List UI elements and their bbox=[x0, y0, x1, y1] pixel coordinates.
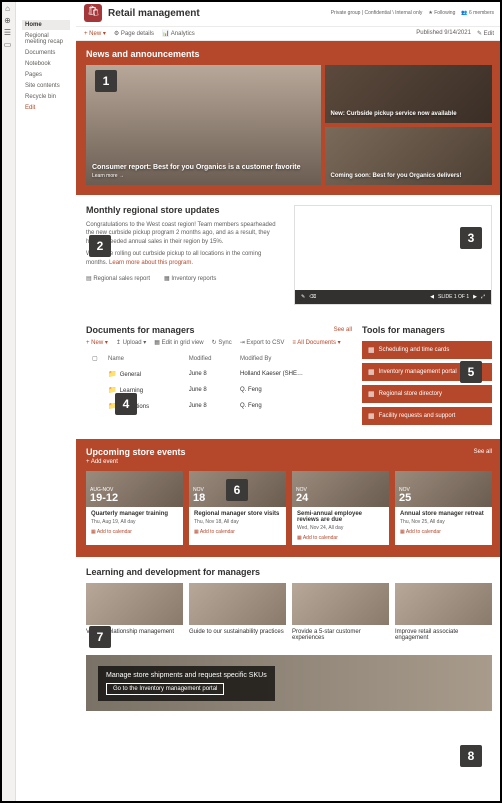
table-row[interactable]: GeneralJune 8Holland Kaeser (SHE… bbox=[88, 367, 350, 381]
doc-cmd-export[interactable]: ⇥ Export to CSV bbox=[240, 339, 285, 346]
event-card[interactable]: NOV25Annual store manager retreatThu, No… bbox=[395, 471, 492, 545]
tool-button[interactable]: Scheduling and time cards bbox=[362, 341, 492, 359]
doc-cmd-edit-grid[interactable]: ▦ Edit in grid view bbox=[154, 339, 203, 346]
edit-button[interactable]: ✎ Edit bbox=[477, 30, 494, 37]
add-to-calendar[interactable]: ▦ Add to calendar bbox=[194, 529, 281, 535]
nav-notebook[interactable]: Notebook bbox=[22, 59, 70, 69]
site-nav: Home Regional meeting recap Documents No… bbox=[16, 0, 76, 803]
doc-cmd-sync[interactable]: ↻ Sync bbox=[212, 339, 232, 346]
rail-list-icon[interactable]: ☰ bbox=[4, 28, 12, 36]
tool-button[interactable]: Regional store directory bbox=[362, 385, 492, 403]
hero-tile-3-title: Coming soon: Best for you Organics deliv… bbox=[331, 173, 487, 179]
learning-card[interactable]: Guide to our sustainability practices bbox=[189, 583, 286, 645]
cmd-page-details[interactable]: ⚙ Page details bbox=[114, 30, 154, 37]
event-card[interactable]: AUG-NOV19-12Quarterly manager trainingTh… bbox=[86, 471, 183, 545]
learning-card[interactable]: Improve retail associate engagement bbox=[395, 583, 492, 645]
chart-container: ✎ ⌫ ◀ SLIDE 1 OF 1 ▶ ⤢ bbox=[294, 205, 492, 305]
chart-next-icon[interactable]: ▶ bbox=[473, 294, 477, 300]
events-section: Upcoming store events See all + Add even… bbox=[76, 439, 502, 557]
add-to-calendar[interactable]: ▦ Add to calendar bbox=[400, 529, 487, 535]
callout-4: 4 bbox=[115, 393, 137, 415]
app-rail: ⌂ ⊕ ☰ ▭ bbox=[0, 0, 16, 803]
hero-title: News and announcements bbox=[86, 49, 492, 59]
link-sales-report[interactable]: ▤ Regional sales report bbox=[86, 275, 150, 282]
hero-tile-main-title: Consumer report: Best for you Organics i… bbox=[92, 164, 315, 171]
callout-5: 5 bbox=[460, 361, 482, 383]
chart-eraser-icon[interactable]: ⌫ bbox=[309, 294, 316, 300]
hero-tile-2-title: New: Curbside pickup service now availab… bbox=[331, 111, 487, 117]
events-title: Upcoming store events bbox=[86, 447, 474, 457]
event-card[interactable]: NOV24Semi-annual employee reviews are du… bbox=[292, 471, 389, 545]
learning-title: Learning and development for managers bbox=[86, 567, 492, 577]
hero-tile-3[interactable]: Coming soon: Best for you Organics deliv… bbox=[325, 127, 493, 185]
documents-title: Documents for managers bbox=[86, 325, 334, 335]
add-to-calendar[interactable]: ▦ Add to calendar bbox=[297, 535, 384, 541]
chart-pen-icon[interactable]: ✎ bbox=[301, 294, 305, 300]
hero-tile-main-sub: Learn more → bbox=[92, 173, 315, 179]
learning-section: Learning and development for managers Ve… bbox=[76, 557, 502, 655]
add-event-button[interactable]: + Add event bbox=[86, 459, 492, 465]
members-link[interactable]: 👥 6 members bbox=[461, 10, 494, 16]
updates-p1: Congratulations to the West coast region… bbox=[86, 221, 284, 246]
chart-prev-icon[interactable]: ◀ bbox=[430, 294, 434, 300]
hero-tile-2[interactable]: New: Curbside pickup service now availab… bbox=[325, 65, 493, 123]
cmd-new[interactable]: + New ▾ bbox=[84, 30, 106, 37]
updates-section: Monthly regional store updates Congratul… bbox=[76, 195, 502, 315]
callout-8: 8 bbox=[460, 745, 482, 767]
documents-see-all[interactable]: See all bbox=[334, 327, 352, 333]
callout-7: 7 bbox=[89, 626, 111, 648]
command-bar: + New ▾ ⚙ Page details 📊 Analytics Publi… bbox=[76, 27, 502, 41]
learning-card[interactable]: Provide a 5-star customer experiences bbox=[292, 583, 389, 645]
nav-edit[interactable]: Edit bbox=[22, 103, 70, 113]
callout-3: 3 bbox=[460, 227, 482, 249]
doc-cmd-upload[interactable]: ↥ Upload ▾ bbox=[116, 339, 146, 346]
nav-pages[interactable]: Pages bbox=[22, 70, 70, 80]
hero-section: News and announcements Consumer report: … bbox=[76, 41, 502, 195]
doc-cmd-new[interactable]: + New ▾ bbox=[86, 339, 108, 346]
nav-regional[interactable]: Regional meeting recap bbox=[22, 31, 70, 47]
rail-page-icon[interactable]: ▭ bbox=[4, 40, 12, 48]
nav-home[interactable]: Home bbox=[22, 20, 70, 30]
docs-tools-section: Documents for managers See all + New ▾ ↥… bbox=[76, 315, 502, 439]
site-title: Retail management bbox=[108, 8, 331, 19]
banner-section: Manage store shipments and request speci… bbox=[86, 655, 492, 711]
chart-page-label: SLIDE 1 OF 1 bbox=[438, 294, 469, 300]
cmd-analytics[interactable]: 📊 Analytics bbox=[162, 30, 195, 37]
link-inventory-reports[interactable]: ▦ Inventory reports bbox=[164, 275, 216, 282]
nav-site-contents[interactable]: Site contents bbox=[22, 81, 70, 91]
site-logo-icon bbox=[84, 4, 102, 22]
updates-title: Monthly regional store updates bbox=[86, 205, 284, 215]
nav-documents[interactable]: Documents bbox=[22, 48, 70, 58]
following-toggle[interactable]: ★ Following bbox=[428, 10, 455, 16]
banner-text: Manage store shipments and request speci… bbox=[106, 672, 267, 679]
banner-button[interactable]: Go to the Inventory management portal bbox=[106, 683, 224, 695]
site-header: Retail management Private group | Confid… bbox=[76, 0, 502, 27]
hero-tile-main[interactable]: Consumer report: Best for you Organics i… bbox=[86, 65, 321, 185]
published-label: Published 9/14/2021 bbox=[416, 30, 471, 37]
tools-title: Tools for managers bbox=[362, 325, 492, 335]
th-modified[interactable]: Modified bbox=[185, 352, 234, 365]
rail-home-icon[interactable]: ⌂ bbox=[4, 4, 12, 12]
tool-button[interactable]: Facility requests and support bbox=[362, 407, 492, 425]
th-by[interactable]: Modified By bbox=[236, 352, 350, 365]
callout-2: 2 bbox=[89, 235, 111, 257]
updates-link[interactable]: Learn more about this program. bbox=[109, 260, 193, 266]
updates-p2: We will be rolling out curbside pickup t… bbox=[86, 250, 284, 267]
doc-cmd-view[interactable]: ≡ All Documents ▾ bbox=[292, 339, 340, 346]
callout-6: 6 bbox=[226, 479, 248, 501]
chart-fullscreen-icon[interactable]: ⤢ bbox=[481, 294, 485, 300]
main-content: Retail management Private group | Confid… bbox=[76, 0, 502, 803]
chart-toolbar: ✎ ⌫ ◀ SLIDE 1 OF 1 ▶ ⤢ bbox=[295, 290, 491, 304]
privacy-label: Private group | Confidential \ Internal … bbox=[331, 10, 423, 16]
add-to-calendar[interactable]: ▦ Add to calendar bbox=[91, 529, 178, 535]
th-name[interactable]: Name bbox=[104, 352, 183, 365]
callout-1: 1 bbox=[95, 70, 117, 92]
nav-recycle[interactable]: Recycle bin bbox=[22, 92, 70, 102]
rail-globe-icon[interactable]: ⊕ bbox=[4, 16, 12, 24]
events-see-all[interactable]: See all bbox=[474, 449, 492, 455]
